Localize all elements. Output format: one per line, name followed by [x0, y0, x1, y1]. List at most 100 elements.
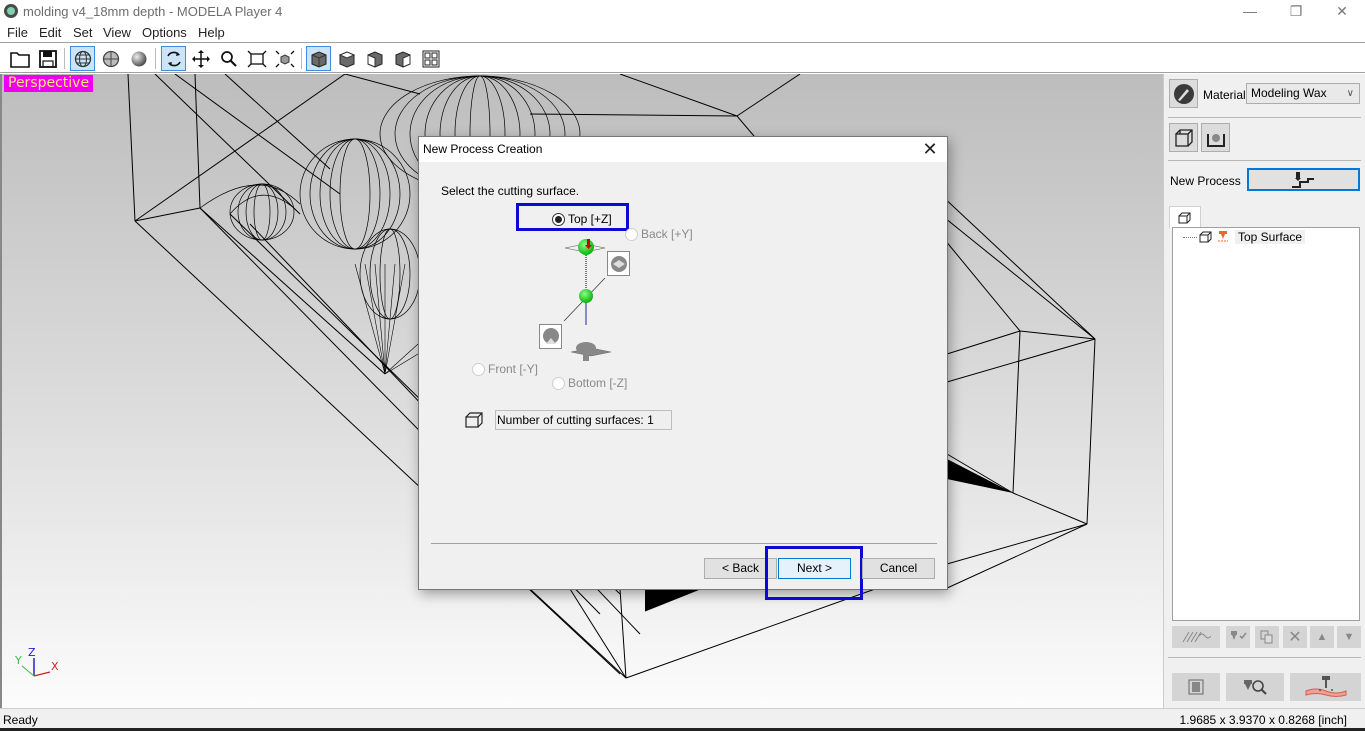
zoom-button[interactable]	[216, 46, 241, 71]
window-title: molding v4_18mm depth - MODELA Player 4	[23, 4, 283, 19]
tool-preview-button[interactable]	[1226, 673, 1284, 701]
view-front-button[interactable]	[362, 46, 387, 71]
radio-top[interactable]: Top [+Z]	[552, 212, 612, 226]
render-view-button[interactable]	[126, 46, 151, 71]
model-size-button[interactable]	[1169, 123, 1198, 152]
close-window-button[interactable]: ✕	[1319, 0, 1365, 23]
new-process-button[interactable]	[1247, 168, 1360, 191]
four-view-button[interactable]	[418, 46, 443, 71]
tool-magnify-icon	[1244, 680, 1267, 695]
view-perspective-cube-icon	[311, 50, 326, 68]
wireframe-view-button[interactable]	[70, 46, 95, 71]
menu-options[interactable]: Options	[142, 25, 187, 40]
cut-button[interactable]	[1290, 673, 1361, 701]
chevron-down-icon: ∨	[1346, 88, 1354, 99]
save-icon	[38, 49, 57, 68]
new-process-dialog: New Process Creation ✕ Select the cuttin…	[418, 136, 948, 600]
front-view-preview-icon	[539, 324, 562, 349]
tree-connector	[1183, 237, 1197, 238]
view-top-button[interactable]	[334, 46, 359, 71]
radio-button	[552, 376, 565, 390]
surface-view-button[interactable]	[98, 46, 123, 71]
dialog-title: New Process Creation	[423, 142, 543, 156]
move-down-button[interactable]: ▼	[1337, 626, 1361, 648]
model-origin-button[interactable]	[1201, 123, 1230, 152]
cutting-tool-icon	[1218, 231, 1228, 242]
next-button[interactable]: Next >	[778, 558, 851, 579]
toolpath-button[interactable]	[1172, 626, 1220, 648]
open-button[interactable]	[7, 46, 32, 71]
arrow-down-icon: ▼	[1343, 631, 1355, 643]
open-icon	[9, 51, 30, 68]
cube-icon	[1199, 231, 1212, 243]
cancel-button[interactable]: Cancel	[862, 558, 935, 579]
toolpath-icon	[1182, 631, 1211, 643]
view-perspective-button[interactable]	[306, 46, 331, 71]
material-button[interactable]	[1169, 79, 1198, 108]
delete-icon: ✕	[1288, 629, 1302, 646]
minimize-button[interactable]: —	[1227, 0, 1273, 23]
rotate-button[interactable]	[161, 46, 186, 71]
menu-help[interactable]: Help	[198, 25, 225, 40]
pan-button[interactable]	[188, 46, 213, 71]
menu-view[interactable]: View	[103, 25, 131, 40]
dialog-title-bar[interactable]: New Process Creation ✕	[419, 137, 947, 162]
dialog-close-button[interactable]: ✕	[919, 139, 941, 160]
status-text: Ready	[3, 713, 38, 727]
preview-button[interactable]	[1172, 673, 1220, 701]
material-value: Modeling Wax	[1251, 86, 1327, 100]
dialog-instruction: Select the cutting surface.	[441, 184, 580, 198]
radio-bottom[interactable]: Bottom [-Z]	[552, 376, 627, 390]
radio-front-label: Front [-Y]	[488, 362, 539, 376]
app-icon	[4, 4, 18, 18]
pan-icon	[191, 49, 210, 68]
view-side-button[interactable]	[390, 46, 415, 71]
preview-icon	[1188, 679, 1204, 695]
menu-set[interactable]: Set	[73, 25, 93, 40]
menu-edit[interactable]: Edit	[39, 25, 61, 40]
radio-back-label: Back [+Y]	[641, 227, 693, 241]
menu-file[interactable]: File	[7, 25, 28, 40]
process-tree: Top Surface	[1172, 227, 1360, 621]
material-select[interactable]: Modeling Wax ∨	[1246, 83, 1360, 104]
tree-item-top-surface[interactable]: Top Surface	[1235, 230, 1306, 244]
restore-button[interactable]: ❐	[1273, 0, 1319, 23]
fit-model-icon	[275, 50, 294, 67]
ball-in-tray-icon	[1206, 133, 1225, 147]
cube-wireframe-icon	[465, 412, 483, 428]
radio-bottom-label: Bottom [-Z]	[568, 376, 628, 390]
tool-check-icon	[1231, 631, 1247, 640]
move-up-button[interactable]: ▲	[1310, 626, 1334, 648]
menu-bar: File Edit Set View Options Help	[0, 23, 1365, 43]
cutting-surface-count: Number of cutting surfaces: 1	[495, 410, 672, 430]
wireframe-view-icon	[74, 50, 91, 67]
copy-icon	[1260, 630, 1273, 644]
view-side-cube-icon	[395, 50, 410, 68]
dialog-separator	[431, 543, 937, 544]
save-button[interactable]	[35, 46, 60, 71]
material-icon	[1173, 83, 1194, 104]
material-label: Material	[1203, 88, 1246, 102]
cube-icon	[1178, 212, 1191, 223]
fit-model-button[interactable]	[272, 46, 297, 71]
axis-x-label: X	[51, 660, 59, 673]
zoom-icon	[220, 50, 237, 67]
axis-z-label: Z	[28, 646, 36, 659]
copy-process-button[interactable]	[1255, 626, 1279, 648]
tree-tab-model[interactable]	[1169, 206, 1201, 228]
back-view-preview-icon	[607, 251, 630, 276]
axis-y-label: Y	[14, 654, 22, 667]
delete-process-button[interactable]: ✕	[1283, 626, 1307, 648]
fit-view-button[interactable]	[244, 46, 269, 71]
tool-check-button[interactable]	[1226, 626, 1250, 648]
new-process-icon	[1291, 171, 1314, 188]
axis-gizmo: Z Y X	[14, 646, 59, 677]
radio-top-label: Top [+Z]	[568, 212, 612, 226]
arrow-up-icon: ▲	[1316, 631, 1328, 643]
radio-button	[472, 362, 485, 376]
right-panel: Material Modeling Wax ∨ New Process Top …	[1163, 74, 1365, 708]
radio-front[interactable]: Front [-Y]	[472, 362, 538, 376]
view-front-cube-icon	[367, 50, 382, 68]
four-view-icon	[422, 50, 439, 67]
radio-button-selected	[552, 212, 565, 226]
